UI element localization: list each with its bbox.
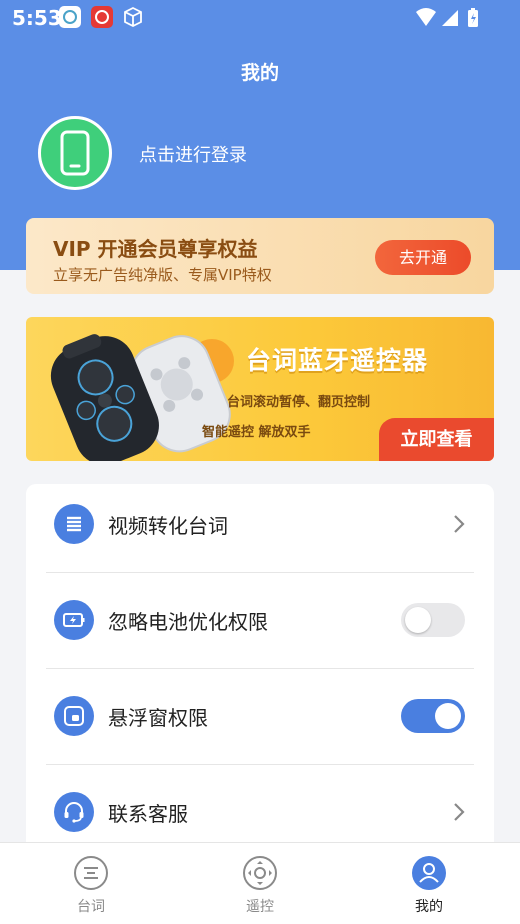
- banner-feature-1: 台词滚动暂停、翻页控制: [227, 395, 371, 410]
- headset-icon: [54, 792, 94, 832]
- status-bar: 5:53: [0, 0, 520, 36]
- divider: [46, 668, 474, 669]
- cube-icon: [122, 6, 144, 28]
- vip-subtitle: 立享无广告纯净版、专属VIP特权: [53, 266, 272, 284]
- tab-mine[interactable]: 我的: [369, 843, 489, 924]
- script-icon: [74, 856, 108, 890]
- wifi-icon: [416, 8, 436, 26]
- music-app-icon: [91, 6, 113, 28]
- bottom-navigation: 台词 遥控 我的: [0, 842, 520, 924]
- floating-window-toggle[interactable]: [401, 699, 465, 733]
- tab-script[interactable]: 台词: [31, 843, 151, 924]
- page-title: 我的: [240, 62, 279, 84]
- vip-open-button[interactable]: 去开通: [375, 240, 471, 275]
- phone-icon: [60, 130, 90, 176]
- battery-optimization-toggle[interactable]: [401, 603, 465, 637]
- status-icons: [414, 7, 484, 33]
- tab-label: 遥控: [246, 899, 274, 915]
- login-link[interactable]: 点击进行登录: [139, 141, 247, 167]
- list-item-label: 悬浮窗权限: [108, 706, 208, 730]
- banner-title: 台词蓝牙遥控器: [246, 346, 429, 375]
- settings-list: 视频转化台词 忽略电池优化权限 悬浮窗权限 联系客服: [26, 484, 494, 864]
- tab-label: 台词: [77, 899, 105, 915]
- vip-card[interactable]: VIP 开通会员尊享权益 立享无广告纯净版、专属VIP特权 去开通: [26, 218, 494, 294]
- vip-title: VIP 开通会员尊享权益: [53, 237, 258, 261]
- banner-feature-2: 智能遥控 解放双手: [202, 425, 311, 440]
- list-item-label: 忽略电池优化权限: [108, 610, 268, 634]
- list-item-label: 视频转化台词: [108, 514, 228, 538]
- tab-label: 我的: [415, 899, 443, 915]
- list-item-label: 联系客服: [108, 802, 188, 826]
- chevron-right-icon: [454, 515, 465, 533]
- view-now-button[interactable]: 立即查看: [379, 418, 494, 461]
- user-icon: [412, 856, 446, 890]
- tab-remote[interactable]: 遥控: [200, 843, 320, 924]
- list-item-video-to-script[interactable]: 视频转化台词: [26, 484, 494, 580]
- floating-window-icon: [54, 696, 94, 736]
- divider: [46, 764, 474, 765]
- battery-icon: [54, 600, 94, 640]
- signal-icon: [442, 10, 458, 26]
- avatar[interactable]: [38, 116, 112, 190]
- list-icon: [54, 504, 94, 544]
- remote-icon: [243, 856, 277, 890]
- chevron-right-icon: [454, 803, 465, 821]
- list-item-battery-optimization[interactable]: 忽略电池优化权限: [26, 580, 494, 676]
- remote-product-image: [50, 334, 234, 461]
- notification-app-icon: [59, 6, 81, 28]
- divider: [46, 572, 474, 573]
- list-item-floating-window[interactable]: 悬浮窗权限: [26, 676, 494, 772]
- status-time: 5:53: [12, 6, 62, 30]
- bluetooth-remote-banner[interactable]: 台词蓝牙遥控器 台词滚动暂停、翻页控制 智能遥控 解放双手 立即查看: [26, 317, 494, 461]
